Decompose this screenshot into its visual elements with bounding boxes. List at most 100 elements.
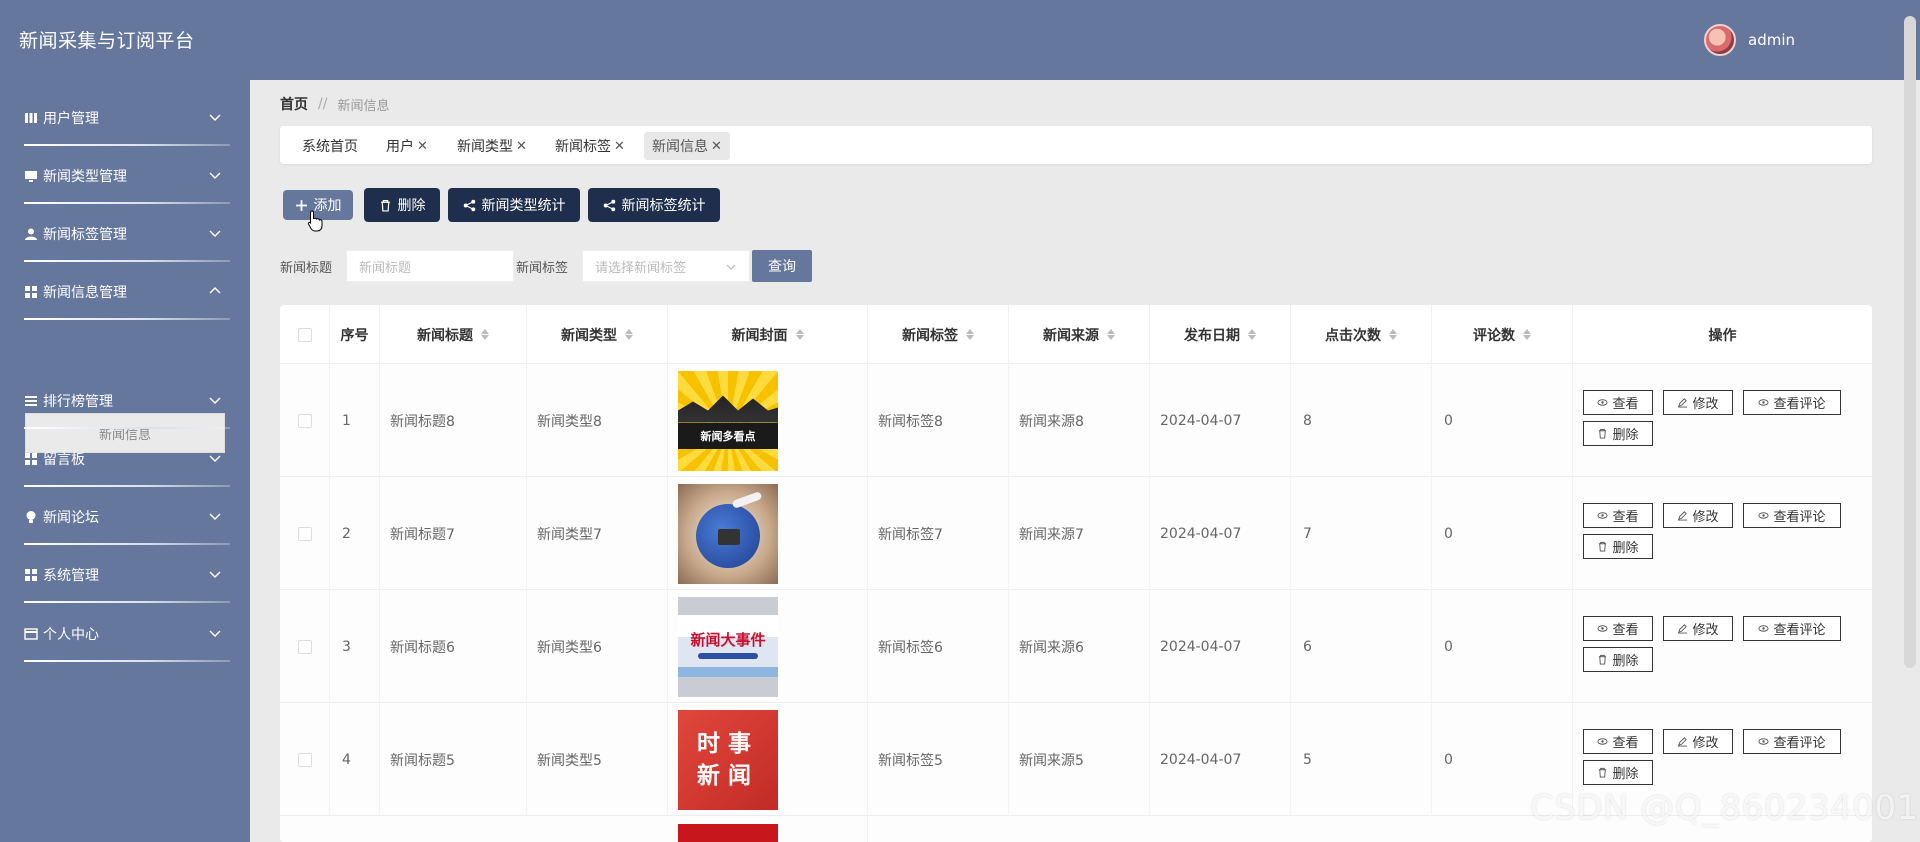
list-icon (25, 396, 37, 406)
header-tag[interactable]: 新闻标签 (868, 305, 1009, 364)
vertical-scrollbar[interactable] (1904, 16, 1916, 668)
news-cover-image[interactable] (678, 824, 778, 842)
close-icon[interactable]: ✕ (516, 139, 527, 154)
sidebar-item-label: 留言板 (43, 452, 85, 468)
row-checkbox[interactable] (297, 752, 312, 767)
edit-label: 修改 (1692, 736, 1719, 751)
view-button[interactable]: 查看 (1583, 616, 1653, 641)
user-icon (25, 228, 37, 240)
news-cover-image[interactable] (678, 483, 778, 584)
delete-label: 删除 (1612, 654, 1639, 669)
view-comments-button[interactable]: 查看评论 (1743, 616, 1841, 641)
sidebar-item-user-management[interactable]: 用户管理 (24, 90, 230, 146)
close-icon[interactable]: ✕ (417, 139, 428, 154)
view-button[interactable]: 查看 (1583, 503, 1653, 528)
row-checkbox[interactable] (297, 413, 312, 428)
tab-news-info[interactable]: 新闻信息 ✕ (644, 132, 730, 160)
sort-icon[interactable] (795, 329, 804, 340)
view-button[interactable]: 查看 (1583, 390, 1653, 415)
chevron-down-icon (726, 264, 736, 270)
cell-source: 新闻来源8 (1009, 364, 1150, 477)
header-cover[interactable]: 新闻封面 (668, 305, 868, 364)
delete-row-button[interactable]: 删除 (1583, 421, 1653, 446)
tab-news-tag[interactable]: 新闻标签 ✕ (547, 132, 633, 160)
sort-icon[interactable] (1248, 329, 1256, 340)
cell-date: 2024-04-07 (1150, 590, 1291, 703)
view-comments-button[interactable]: 查看评论 (1743, 390, 1841, 415)
sidebar-item-ranking-management[interactable]: 排行榜管理 (24, 373, 230, 429)
header-comments[interactable]: 评论数 (1432, 305, 1573, 364)
delete-row-button[interactable]: 删除 (1583, 760, 1653, 785)
chevron-down-icon (209, 571, 221, 578)
header-clicks[interactable]: 点击次数 (1291, 305, 1432, 364)
sidebar-item-label: 个人中心 (43, 627, 99, 643)
query-button[interactable]: 查询 (752, 250, 812, 282)
delete-row-button[interactable]: 删除 (1583, 647, 1653, 672)
tab-bar: 系统首页 用户 ✕ 新闻类型 ✕ 新闻标签 ✕ 新闻信息 ✕ (280, 126, 1872, 164)
sidebar-item-news-forum[interactable]: 新闻论坛 (24, 489, 230, 545)
tab-system-home[interactable]: 系统首页 (294, 132, 366, 160)
header-label: 点击次数 (1325, 327, 1381, 344)
sidebar-item-message-board[interactable]: 留言板 (24, 431, 230, 487)
search-tag-select[interactable]: 请选择新闻标签 (582, 250, 750, 282)
news-tag-stats-button[interactable]: 新闻标签统计 (588, 188, 720, 222)
sort-icon[interactable] (1389, 329, 1397, 340)
sidebar-item-label: 系统管理 (43, 568, 99, 584)
news-cover-image[interactable]: 时事新闻 (678, 709, 778, 810)
news-cover-image[interactable]: 新闻多看点 (678, 370, 778, 471)
delete-button[interactable]: 删除 (364, 188, 440, 222)
view-button[interactable]: 查看 (1583, 729, 1653, 754)
sidebar-item-news-info-management[interactable]: 新闻信息管理 (24, 264, 230, 320)
sort-icon[interactable] (1523, 329, 1531, 340)
view-comments-button[interactable]: 查看评论 (1743, 729, 1841, 754)
sort-icon[interactable] (1107, 329, 1115, 340)
edit-button[interactable]: 修改 (1663, 729, 1733, 754)
edit-button[interactable]: 修改 (1663, 616, 1733, 641)
view-comments-label: 查看评论 (1773, 623, 1826, 638)
view-label: 查看 (1612, 736, 1639, 751)
user-menu[interactable]: admin (1704, 24, 1795, 56)
search-title-input[interactable]: 新闻标题 (346, 250, 514, 282)
header-source[interactable]: 新闻来源 (1009, 305, 1150, 364)
eye-icon (1597, 512, 1609, 519)
news-type-stats-button[interactable]: 新闻类型统计 (448, 188, 580, 222)
view-comments-button[interactable]: 查看评论 (1743, 503, 1841, 528)
cell-cover: 新闻大事件 (668, 590, 868, 703)
select-all-checkbox[interactable] (297, 327, 312, 342)
tab-label: 用户 (386, 139, 414, 155)
tab-news-type[interactable]: 新闻类型 ✕ (449, 132, 535, 160)
eye-icon (1597, 399, 1609, 406)
news-table: 序号 新闻标题 新闻类型 新闻封面 新闻标签 新闻来源 发布日期 点击次数 评论… (280, 305, 1872, 842)
sort-icon[interactable] (625, 329, 633, 340)
cover-caption: 时事新闻 (697, 730, 759, 789)
eye-icon (1758, 512, 1770, 519)
edit-button[interactable]: 修改 (1663, 390, 1733, 415)
header-date[interactable]: 发布日期 (1150, 305, 1291, 364)
sidebar-item-news-type-management[interactable]: 新闻类型管理 (24, 148, 230, 204)
delete-row-button[interactable]: 删除 (1583, 534, 1653, 559)
close-icon[interactable]: ✕ (614, 139, 625, 154)
cell-actions: 查看 修改 查看评论 删除 (1573, 590, 1872, 703)
sidebar: 用户管理 新闻类型管理 新闻标签管理 新闻信息管理 新闻信息 排行榜管理 留言板… (0, 80, 250, 842)
header-type[interactable]: 新闻类型 (527, 305, 668, 364)
close-icon[interactable]: ✕ (711, 139, 722, 154)
header-title[interactable]: 新闻标题 (380, 305, 527, 364)
sort-icon[interactable] (966, 329, 974, 340)
sidebar-item-news-tag-management[interactable]: 新闻标签管理 (24, 206, 230, 262)
sidebar-item-label: 新闻类型管理 (43, 169, 127, 185)
monitor-icon (25, 171, 37, 182)
row-checkbox[interactable] (297, 526, 312, 541)
tab-user[interactable]: 用户 ✕ (378, 132, 436, 160)
view-comments-label: 查看评论 (1773, 397, 1826, 412)
sort-icon[interactable] (481, 329, 489, 340)
sidebar-item-system-management[interactable]: 系统管理 (24, 547, 230, 603)
breadcrumb-home[interactable]: 首页 (280, 94, 308, 114)
username[interactable]: admin (1748, 31, 1795, 49)
news-cover-image[interactable]: 新闻大事件 (678, 596, 778, 697)
tab-label: 系统首页 (302, 139, 358, 155)
avatar[interactable] (1704, 24, 1736, 56)
sidebar-item-personal-center[interactable]: 个人中心 (24, 606, 230, 662)
header-label: 新闻标题 (417, 327, 473, 344)
row-checkbox[interactable] (297, 639, 312, 654)
edit-button[interactable]: 修改 (1663, 503, 1733, 528)
